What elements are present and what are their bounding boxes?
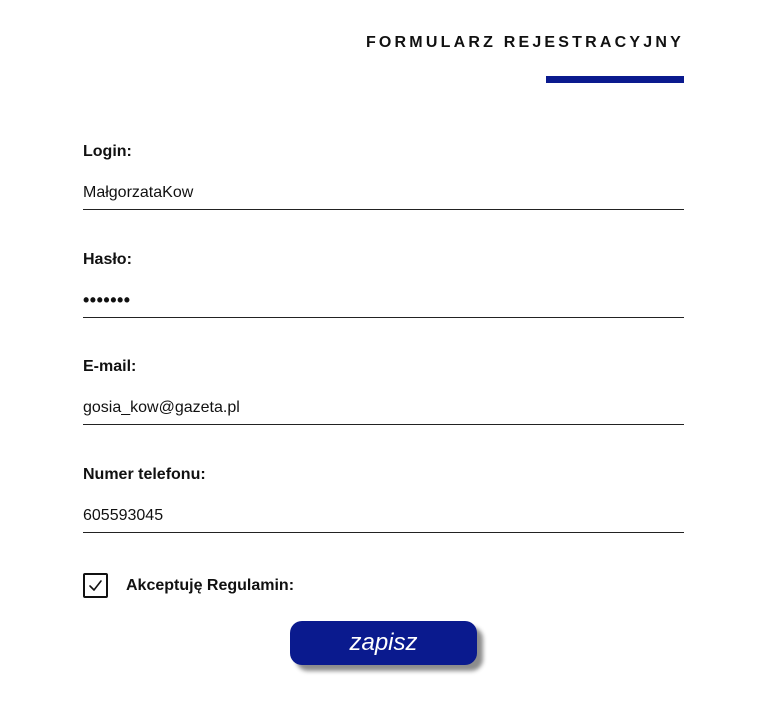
terms-consent: Akceptuję Regulamin: (83, 573, 294, 598)
submit-button[interactable]: zapisz (290, 621, 477, 665)
terms-label: Akceptuję Regulamin: (126, 576, 295, 594)
password-field-group: Hasło: (83, 251, 684, 331)
phone-field-group: Numer telefonu: (83, 466, 684, 546)
email-field-group: E-mail: (83, 358, 684, 438)
login-label: Login: (83, 143, 132, 160)
email-label: E-mail: (83, 358, 137, 375)
login-field-group: Login: (83, 143, 684, 223)
registration-form: FORMULARZ REJESTRACYJNY Login: Hasło: E-… (83, 0, 684, 721)
email-input[interactable] (83, 391, 684, 425)
login-input[interactable] (83, 176, 684, 210)
title-accent-bar (546, 76, 684, 83)
password-input[interactable] (83, 284, 684, 318)
terms-checkbox[interactable] (83, 573, 108, 598)
checkmark-icon (89, 580, 102, 591)
password-label: Hasło: (83, 251, 132, 268)
form-title: FORMULARZ REJESTRACYJNY (365, 34, 684, 51)
phone-label: Numer telefonu: (83, 466, 206, 483)
phone-input[interactable] (83, 499, 684, 533)
